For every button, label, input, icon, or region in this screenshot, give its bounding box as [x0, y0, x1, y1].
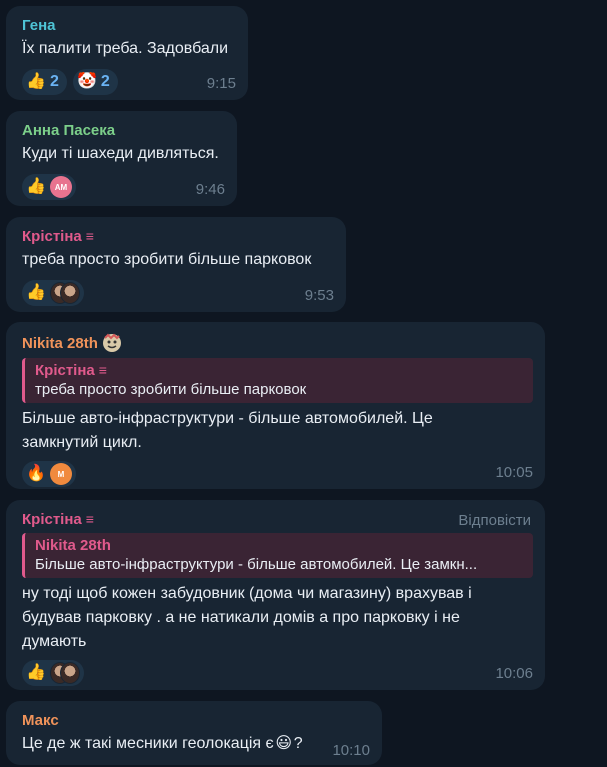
reactor-avatar: М: [50, 463, 72, 485]
menu-icon: ≡: [98, 362, 107, 378]
sender-name[interactable]: Макс: [22, 711, 370, 730]
smile-emoji-icon: 😃: [275, 735, 293, 752]
sticker-badge-icon: [102, 333, 121, 352]
reply-text: треба просто зробити більше парковок: [35, 381, 307, 398]
sender-name[interactable]: Nikita 28th: [22, 332, 533, 354]
thumbs-up-icon: 👍: [26, 284, 46, 301]
reply-text: Більше авто-інфраструктури - більше авто…: [35, 556, 478, 573]
reply-sender-label: Крістіна: [35, 362, 95, 379]
reaction-fire[interactable]: 🔥 М: [22, 461, 76, 487]
thumbs-up-icon: 👍: [26, 73, 46, 90]
fire-icon: 🔥: [26, 465, 46, 482]
sender-label: Крістіна: [22, 511, 82, 528]
message-time: 9:46: [195, 181, 225, 198]
reactions-bar: 🔥 М: [22, 461, 533, 487]
message-bubble-anna[interactable]: Анна Пасека Куди ті шахеди дивляться. 👍 …: [6, 111, 237, 206]
message-bubble-kristina-reply[interactable]: Крістіна ≡ Відповісти Nikita 28th Більше …: [6, 500, 545, 690]
message-text: ну тоді щоб кожен забудовник (дома чи ма…: [22, 582, 533, 654]
reaction-count: 2: [100, 73, 110, 90]
message-bubble-gena[interactable]: Гена Їх палити треба. Задовбали 👍 2 🤡 2 …: [6, 6, 248, 100]
message-time: 10:10: [332, 742, 370, 759]
thumbs-up-icon: 👍: [26, 178, 46, 195]
sender-name[interactable]: Крістіна ≡: [22, 227, 334, 246]
message-bubble-kristina[interactable]: Крістіна ≡ треба просто зробити більше па…: [6, 217, 346, 312]
reactor-avatars: [50, 662, 80, 684]
reactions-bar: 👍: [22, 660, 533, 686]
sender-label: Nikita 28th: [22, 334, 98, 352]
message-text: треба просто зробити більше парковок: [22, 251, 312, 268]
reaction-thumbs-up[interactable]: 👍: [22, 280, 84, 306]
message-text-part: Це де ж такі месники геолокація є: [22, 735, 274, 752]
reaction-thumbs-up[interactable]: 👍 2: [22, 69, 67, 95]
sender-name[interactable]: Крістіна ≡: [22, 510, 533, 529]
message-text-line: думають: [22, 633, 87, 650]
reply-sender: Крістіна ≡: [35, 361, 525, 380]
thumbs-up-icon: 👍: [26, 664, 46, 681]
message-text-part: ?: [293, 735, 303, 752]
reply-quote[interactable]: Крістіна ≡ треба просто зробити більше па…: [22, 358, 533, 403]
message-text-line: ну тоді щоб кожен забудовник (дома чи ма…: [22, 585, 472, 602]
reply-button[interactable]: Відповісти: [458, 512, 531, 529]
message-bubble-nikita[interactable]: Nikita 28th Крістіна ≡ треба просто зроби…: [6, 322, 545, 489]
message-text: Більше авто-інфраструктури - більше авто…: [22, 407, 533, 455]
sender-name[interactable]: Анна Пасека: [22, 121, 225, 140]
reactor-avatar: АМ: [50, 176, 72, 198]
menu-icon: ≡: [85, 511, 94, 527]
menu-icon: ≡: [85, 228, 94, 244]
message-text-line: будував парковку . а не натикали домів а…: [22, 609, 460, 626]
reply-quote[interactable]: Nikita 28th Більше авто-інфраструктури -…: [22, 533, 533, 578]
message-text: Це де ж такі месники геолокація є 😃?: [22, 732, 370, 756]
clown-icon: 🤡: [76, 73, 97, 90]
message-time: 9:15: [206, 75, 236, 92]
reply-sender: Nikita 28th: [35, 537, 111, 554]
reaction-clown[interactable]: 🤡 2: [72, 69, 118, 95]
reaction-count: 2: [50, 73, 59, 90]
reaction-thumbs-up[interactable]: 👍 АМ: [22, 174, 76, 200]
sender-name[interactable]: Гена: [22, 16, 236, 35]
message-text-line: замкнутий цикл.: [22, 434, 142, 451]
reactor-avatars: [50, 282, 80, 304]
message-text: Їх палити треба. Задовбали: [22, 40, 229, 57]
reactions-bar: 👍: [22, 280, 334, 306]
message-time: 9:53: [304, 287, 334, 304]
message-time: 10:06: [495, 665, 533, 682]
message-bubble-maks[interactable]: Макс Це де ж такі месники геолокація є 😃?…: [6, 701, 382, 765]
reactions-bar: 👍 АМ: [22, 174, 225, 200]
sender-label: Крістіна: [22, 228, 82, 245]
reactions-bar: 👍 2 🤡 2: [22, 69, 236, 95]
message-text: Куди ті шахеди дивляться.: [22, 145, 219, 162]
message-time: 10:05: [495, 464, 533, 481]
message-text-line: Більше авто-інфраструктури - більше авто…: [22, 410, 433, 427]
reaction-thumbs-up[interactable]: 👍: [22, 660, 84, 686]
